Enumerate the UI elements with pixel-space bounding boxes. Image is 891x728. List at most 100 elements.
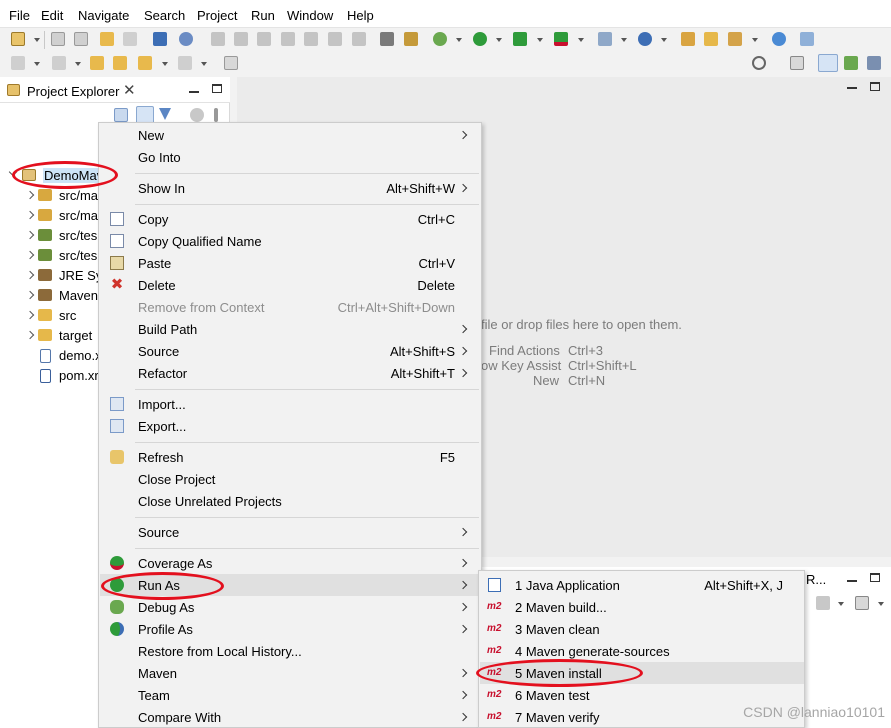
tree-item[interactable]: JRE Sys bbox=[0, 266, 109, 286]
menu-run[interactable]: Run bbox=[251, 8, 275, 23]
undo-icon[interactable] bbox=[100, 32, 114, 46]
menu-item-build-path[interactable]: Build Path bbox=[100, 318, 481, 340]
new-package-icon[interactable] bbox=[598, 32, 612, 46]
submenu-item-6-maven-test[interactable]: m2 6 Maven test bbox=[480, 684, 804, 706]
menu-item-close-unrelated-projects[interactable]: Close Unrelated Projects bbox=[100, 490, 481, 512]
menu-item-debug-as[interactable]: Debug As bbox=[100, 596, 481, 618]
menu-item-restore-from-local-history[interactable]: Restore from Local History... bbox=[100, 640, 481, 662]
step-into-icon[interactable] bbox=[304, 32, 318, 46]
pin-editor-icon[interactable] bbox=[224, 56, 238, 70]
chevron-down-icon[interactable] bbox=[621, 38, 627, 42]
submenu-item-4-maven-generate-sources[interactable]: m2 4 Maven generate-sources bbox=[480, 640, 804, 662]
chevron-right-icon[interactable] bbox=[25, 230, 35, 240]
menu-item-export[interactable]: Export... bbox=[100, 415, 481, 437]
drop-to-frame-icon[interactable] bbox=[404, 32, 418, 46]
chevron-right-icon[interactable] bbox=[25, 210, 35, 220]
submenu-item-5-maven-install[interactable]: m2 5 Maven install bbox=[480, 662, 804, 684]
chevron-down-icon[interactable] bbox=[8, 167, 18, 177]
menu-item-show-in[interactable]: Show In Alt+Shift+W bbox=[100, 177, 481, 199]
save-all-icon[interactable] bbox=[74, 32, 88, 46]
open-type-icon[interactable] bbox=[681, 32, 695, 46]
menu-item-profile-as[interactable]: Profile As bbox=[100, 618, 481, 640]
last-edit-icon[interactable] bbox=[90, 56, 104, 70]
java-perspective-icon[interactable] bbox=[818, 54, 838, 72]
menu-item-coverage-as[interactable]: Coverage As bbox=[100, 552, 481, 574]
view-options-icon[interactable] bbox=[190, 108, 204, 122]
collapse-all-icon[interactable] bbox=[114, 108, 128, 122]
minimize-icon[interactable] bbox=[847, 580, 857, 582]
chevron-down-icon[interactable] bbox=[162, 62, 168, 66]
chevron-down-icon[interactable] bbox=[752, 38, 758, 42]
minimize-icon[interactable] bbox=[189, 91, 199, 93]
back-icon[interactable] bbox=[138, 56, 152, 70]
tree-item[interactable]: src/ma bbox=[0, 186, 100, 206]
chevron-down-icon[interactable] bbox=[838, 602, 844, 606]
chevron-down-icon[interactable] bbox=[34, 38, 40, 42]
project-explorer-title[interactable]: Project Explorer bbox=[27, 84, 119, 99]
tree-item[interactable]: pom.xr bbox=[0, 366, 100, 386]
redo-icon[interactable] bbox=[123, 32, 137, 46]
tree-item[interactable]: target bbox=[0, 326, 100, 346]
web-browser-icon[interactable] bbox=[800, 32, 814, 46]
external-tools-icon[interactable] bbox=[554, 32, 568, 46]
use-step-filters-icon[interactable] bbox=[380, 32, 394, 46]
previous-annotation-icon[interactable] bbox=[52, 56, 66, 70]
menu-item-delete[interactable]: ✖ Delete Delete bbox=[100, 274, 481, 296]
menu-item-import[interactable]: Import... bbox=[100, 393, 481, 415]
globe-icon[interactable] bbox=[772, 32, 786, 46]
next-annotation-icon[interactable] bbox=[11, 56, 25, 70]
chevron-down-icon[interactable] bbox=[496, 38, 502, 42]
run-icon[interactable] bbox=[473, 32, 487, 46]
team-perspective-icon[interactable] bbox=[867, 56, 881, 70]
coverage-icon[interactable] bbox=[513, 32, 527, 46]
menu-item-source[interactable]: Source Alt+Shift+S bbox=[100, 340, 481, 362]
terminal-icon[interactable] bbox=[153, 32, 167, 46]
chevron-down-icon[interactable] bbox=[456, 38, 462, 42]
chevron-right-icon[interactable] bbox=[25, 190, 35, 200]
menu-search[interactable]: Search bbox=[144, 8, 185, 23]
chevron-right-icon[interactable] bbox=[25, 330, 35, 340]
chevron-down-icon[interactable] bbox=[661, 38, 667, 42]
menu-item-maven[interactable]: Maven bbox=[100, 662, 481, 684]
chevron-down-icon[interactable] bbox=[75, 62, 81, 66]
menu-project[interactable]: Project bbox=[197, 8, 237, 23]
menu-help[interactable]: Help bbox=[347, 8, 374, 23]
tree-item[interactable]: src bbox=[0, 306, 100, 326]
open-folder-icon[interactable] bbox=[704, 32, 718, 46]
chevron-right-icon[interactable] bbox=[25, 250, 35, 260]
search-icon[interactable] bbox=[179, 32, 193, 46]
menu-window[interactable]: Window bbox=[287, 8, 333, 23]
menu-item-paste[interactable]: Paste Ctrl+V bbox=[100, 252, 481, 274]
suspend-icon[interactable] bbox=[234, 32, 248, 46]
skip-breakpoints-icon[interactable] bbox=[211, 32, 225, 46]
chevron-down-icon[interactable] bbox=[578, 38, 584, 42]
chevron-down-icon[interactable] bbox=[878, 602, 884, 606]
menu-item-compare-with[interactable]: Compare With bbox=[100, 706, 481, 728]
maximize-icon[interactable] bbox=[212, 84, 222, 93]
quick-access-search-icon[interactable] bbox=[752, 56, 766, 70]
chevron-down-icon[interactable] bbox=[34, 62, 40, 66]
menu-item-team[interactable]: Team bbox=[100, 684, 481, 706]
new-icon[interactable] bbox=[11, 32, 25, 46]
step-return-icon[interactable] bbox=[352, 32, 366, 46]
tree-item[interactable]: Maven bbox=[0, 286, 100, 306]
menu-file[interactable]: File bbox=[9, 8, 30, 23]
tree-item[interactable]: src/ma bbox=[0, 206, 100, 226]
tree-item[interactable]: src/tes bbox=[0, 246, 100, 266]
step-over-icon[interactable] bbox=[328, 32, 342, 46]
submenu-item-2-maven-build[interactable]: m2 2 Maven build... bbox=[480, 596, 804, 618]
chevron-right-icon[interactable] bbox=[25, 290, 35, 300]
menu-item-copy[interactable]: Copy Ctrl+C bbox=[100, 208, 481, 230]
menu-item-refactor[interactable]: Refactor Alt+Shift+T bbox=[100, 362, 481, 384]
menu-navigate[interactable]: Navigate bbox=[78, 8, 129, 23]
terminate-icon[interactable] bbox=[257, 32, 271, 46]
menu-item-close-project[interactable]: Close Project bbox=[100, 468, 481, 490]
chevron-down-icon[interactable] bbox=[201, 62, 207, 66]
chevron-right-icon[interactable] bbox=[25, 270, 35, 280]
menu-item-source[interactable]: Source bbox=[100, 521, 481, 543]
disconnect-icon[interactable] bbox=[281, 32, 295, 46]
menu-edit[interactable]: Edit bbox=[41, 8, 63, 23]
display-selected-console-icon[interactable] bbox=[816, 596, 830, 610]
menu-item-copy-qualified-name[interactable]: Copy Qualified Name bbox=[100, 230, 481, 252]
submenu-item-1-java-application[interactable]: 1 Java Application Alt+Shift+X, J bbox=[480, 574, 804, 596]
